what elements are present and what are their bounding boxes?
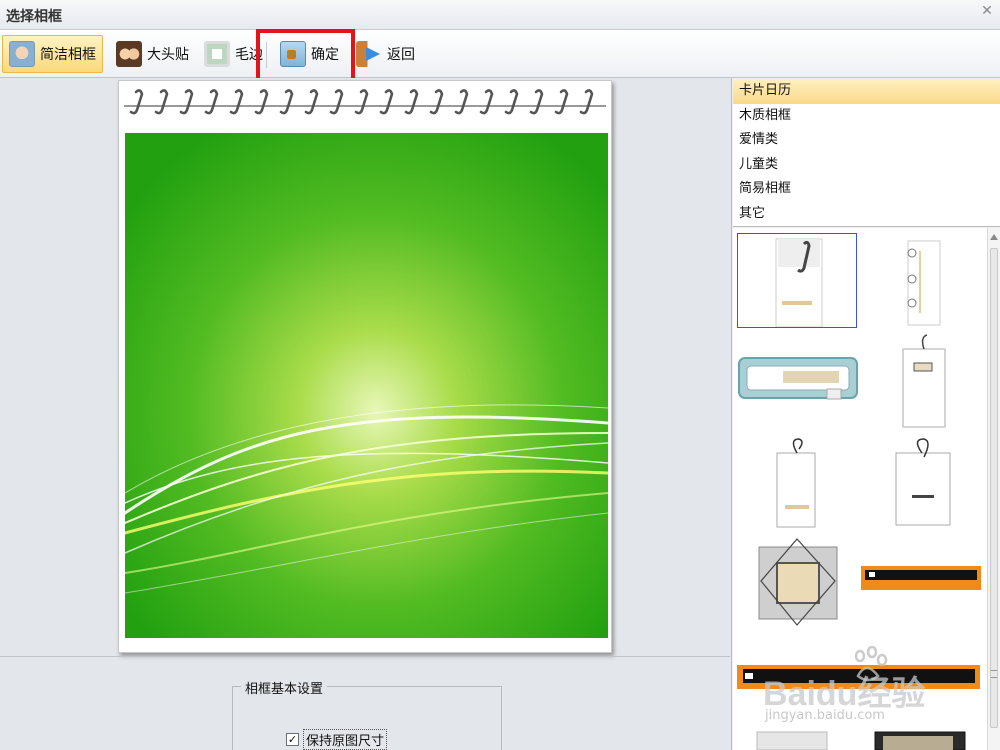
thumbnail-scrollbar[interactable]: [987, 228, 1000, 750]
frame-thumbnail[interactable]: [735, 661, 982, 693]
keep-size-option[interactable]: ✓ 保持原图尺寸: [286, 729, 388, 750]
back-label: 返回: [387, 47, 415, 63]
window-title: 选择相框: [6, 9, 62, 25]
scroll-up-icon[interactable]: [990, 234, 998, 240]
frame-thumbnail[interactable]: [873, 730, 968, 750]
title-bar: 选择相框 ✕: [0, 0, 1000, 30]
photo-sticker-label: 大头贴: [147, 47, 189, 63]
frame-thumbnail[interactable]: [737, 433, 857, 533]
frame-thumbnail[interactable]: [737, 353, 859, 408]
toolbar: 简洁相框 大头贴 毛边 确定 返回: [0, 30, 1000, 78]
scroll-thumb[interactable]: [990, 248, 998, 728]
kids-photo-icon: [116, 41, 142, 67]
keep-size-checkbox[interactable]: ✓: [286, 733, 299, 746]
category-item-calendar-card[interactable]: 卡片日历: [733, 79, 1000, 104]
category-item-other[interactable]: 其它: [733, 202, 1000, 227]
settings-group-label: 相框基本设置: [241, 678, 328, 697]
scroll-grip-icon: [991, 670, 997, 678]
frame-thumbnail[interactable]: [859, 558, 984, 598]
category-item-simple-frame[interactable]: 简易相框: [733, 177, 1000, 202]
spiral-binding-rings: [124, 89, 606, 115]
frame-thumbnail[interactable]: [868, 433, 978, 533]
frame-thumbnail[interactable]: [737, 233, 857, 328]
category-item-wooden-frame[interactable]: 木质相框: [733, 104, 1000, 129]
green-wave-photo: [125, 133, 608, 638]
category-item-love[interactable]: 爱情类: [733, 128, 1000, 153]
preview-divider: [0, 656, 730, 657]
portrait-frame-icon: [9, 41, 35, 67]
simple-frame-button[interactable]: 简洁相框: [2, 35, 103, 73]
simple-frame-label: 简洁相框: [40, 47, 96, 63]
keep-size-label: 保持原图尺寸: [303, 729, 388, 750]
back-arrow-icon: [356, 41, 382, 67]
rough-edge-frame-icon: [204, 41, 230, 67]
confirm-highlight-box: [256, 29, 355, 84]
category-list: 卡片日历 木质相框 爱情类 儿童类 简易相框 其它: [733, 79, 1000, 227]
category-item-kids[interactable]: 儿童类: [733, 153, 1000, 178]
frame-thumbnail[interactable]: [868, 233, 978, 328]
frame-thumbnail[interactable]: [737, 533, 857, 628]
photo-sticker-button[interactable]: 大头贴: [110, 35, 195, 73]
close-icon[interactable]: ✕: [980, 4, 994, 18]
frame-thumbnail[interactable]: [753, 730, 833, 750]
frame-thumbnail[interactable]: [868, 333, 978, 428]
frame-thumbnail-grid: [733, 228, 987, 750]
back-button[interactable]: 返回: [350, 35, 421, 73]
